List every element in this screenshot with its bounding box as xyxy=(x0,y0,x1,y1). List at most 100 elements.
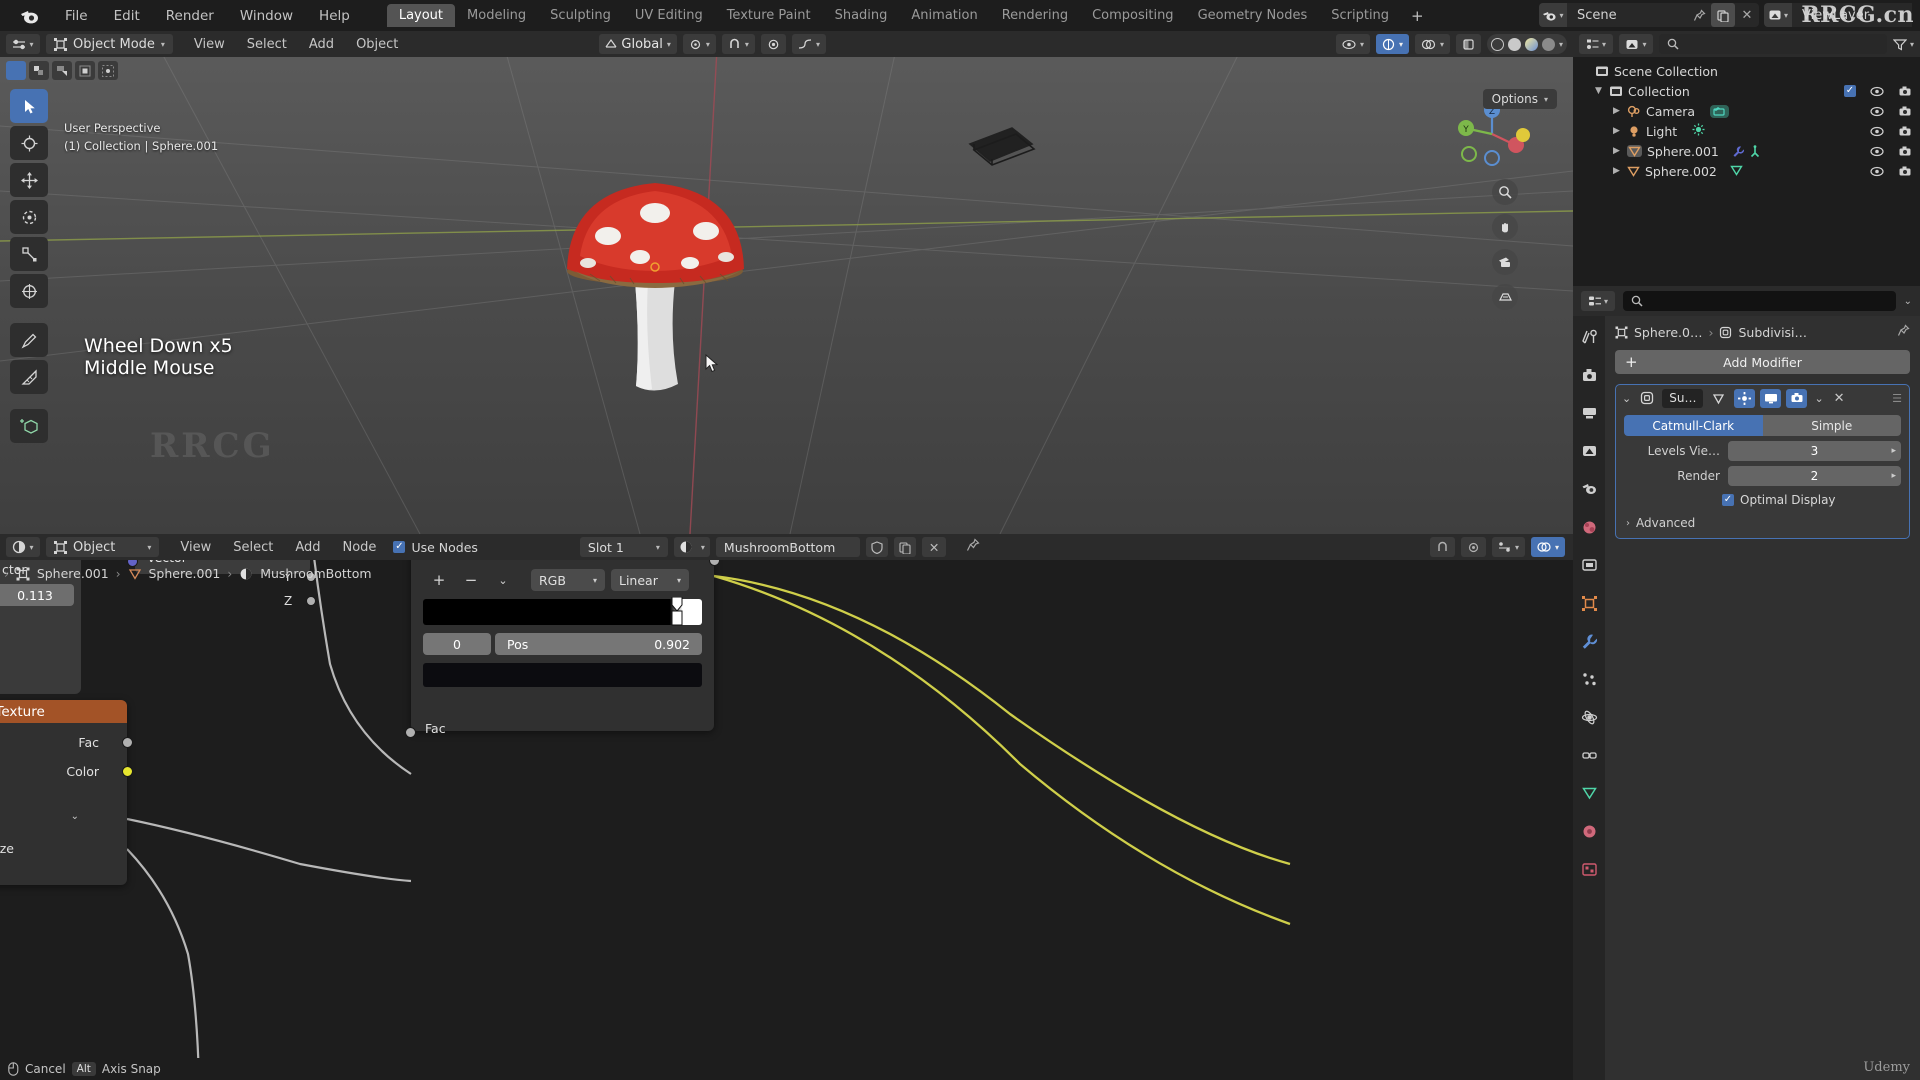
pivot-point-selector[interactable]: ▾ xyxy=(682,34,716,54)
add-cube-tool-icon[interactable] xyxy=(10,409,48,443)
new-scene-icon[interactable] xyxy=(1711,3,1735,27)
tab-sculpting[interactable]: Sculpting xyxy=(538,4,623,27)
tab-add-workspace[interactable]: + xyxy=(1401,3,1434,29)
node-color-ramp[interactable]: ⌄ Color Ramp Color Alpha + − ⌄ RGB ▾ xyxy=(405,534,720,738)
levels-viewport-value[interactable]: 3 ▸ xyxy=(1728,441,1901,461)
outliner-row-collection[interactable]: ▼ Collection xyxy=(1573,81,1920,101)
tab-uv-editing[interactable]: UV Editing xyxy=(623,4,715,27)
breadcrumb-object[interactable]: Sphere.001 xyxy=(37,566,109,581)
pan-hand-icon[interactable] xyxy=(1492,214,1518,240)
optimal-display-checkbox[interactable] xyxy=(1722,494,1734,506)
shader-type-selector[interactable]: Object ▾ xyxy=(46,537,160,557)
node-proportional-icon[interactable] xyxy=(1460,537,1486,557)
tab-tool[interactable] xyxy=(1578,326,1600,348)
magnet-icon[interactable]: ▾ xyxy=(721,34,755,54)
node-menu-add[interactable]: Add xyxy=(284,538,331,557)
cursor-tool-icon[interactable] xyxy=(10,126,48,160)
light-data-icon[interactable] xyxy=(1692,123,1705,139)
camera-render-icon[interactable] xyxy=(1898,125,1912,137)
properties-editor[interactable]: ▾ ⌄ Sphere.0… › Subdivisi… + Add Modifie… xyxy=(1573,286,1920,1080)
xray-icon[interactable] xyxy=(1455,34,1481,54)
tab-scripting[interactable]: Scripting xyxy=(1319,4,1401,27)
viewport-menu-object[interactable]: Object xyxy=(345,35,409,54)
socket-noise-fac[interactable] xyxy=(122,737,133,748)
tab-rendering[interactable]: Rendering xyxy=(990,4,1080,27)
pin-icon[interactable] xyxy=(966,538,980,556)
shading-mode-selector[interactable]: ▾ xyxy=(1486,34,1567,54)
properties-search-input[interactable] xyxy=(1623,291,1896,311)
socket-noise-color[interactable] xyxy=(122,766,133,777)
tab-particles[interactable] xyxy=(1578,668,1600,690)
select-box-icon[interactable] xyxy=(6,61,26,80)
render-levels-value[interactable]: 2 ▸ xyxy=(1728,466,1901,486)
eye-icon[interactable] xyxy=(1870,86,1884,97)
blender-logo-icon[interactable] xyxy=(16,5,42,27)
advanced-section-toggle[interactable]: › Advanced xyxy=(1626,516,1901,530)
camera-render-icon[interactable] xyxy=(1898,85,1912,97)
move-tool-icon[interactable] xyxy=(10,163,48,197)
pin-icon[interactable] xyxy=(1897,324,1910,340)
outliner-row-sphere-002[interactable]: ▶ Sphere.002 xyxy=(1573,161,1920,181)
menu-help[interactable]: Help xyxy=(306,5,363,27)
outliner-row-light[interactable]: ▶ Light xyxy=(1573,121,1920,141)
properties-options-chevron-icon[interactable]: ⌄ xyxy=(1904,296,1912,307)
material-name-field[interactable]: MushroomBottom xyxy=(715,537,860,557)
falloff-curve-icon[interactable]: ▾ xyxy=(791,34,826,54)
eye-icon[interactable] xyxy=(1870,106,1884,117)
select-tweak-icon[interactable] xyxy=(75,61,95,80)
stepper-arrow-icon[interactable]: ▸ xyxy=(1891,471,1896,481)
select-extend-icon[interactable] xyxy=(98,61,118,80)
subdivision-type-catmull-clark[interactable]: Catmull-Clark xyxy=(1624,415,1763,436)
color-ramp-gradient-bar[interactable] xyxy=(423,597,702,626)
stepper-arrow-icon[interactable]: ▸ xyxy=(1891,446,1896,456)
edit-mode-icon[interactable] xyxy=(1708,389,1729,408)
tab-physics[interactable] xyxy=(1578,706,1600,728)
use-nodes-toggle[interactable]: Use Nodes xyxy=(393,540,478,555)
properties-editor-icon[interactable]: ▾ xyxy=(1581,291,1615,311)
collection-enable-checkbox[interactable] xyxy=(1844,85,1856,97)
shader-node-editor[interactable]: ▾ Object ▾ View Select Add Node Use Node… xyxy=(0,534,1573,1080)
node-menu-select[interactable]: Select xyxy=(222,538,284,557)
transform-orientation-selector[interactable]: Global ▾ xyxy=(599,34,677,54)
drag-handle-icon[interactable]: ☰ xyxy=(1892,392,1903,405)
add-modifier-button[interactable]: + Add Modifier xyxy=(1615,350,1910,374)
disclosure-5[interactable]: ▶ xyxy=(1611,166,1622,176)
node-menu-node[interactable]: Node xyxy=(332,538,388,557)
menu-file[interactable]: File xyxy=(52,5,101,27)
snap-icon[interactable]: ▾ xyxy=(1491,537,1525,557)
overlays-icon[interactable]: ▾ xyxy=(1414,34,1450,54)
tab-collection[interactable] xyxy=(1578,554,1600,576)
outliner[interactable]: ▾ ▾ ▾ Scene Collection ▼ Collection ✓ ▶ … xyxy=(1573,31,1920,286)
disclosure-4[interactable]: ▶ xyxy=(1611,146,1622,156)
tab-world[interactable] xyxy=(1578,516,1600,538)
socket-z[interactable] xyxy=(306,596,316,606)
outliner-row-sphere-001[interactable]: ▶ Sphere.001 xyxy=(1573,141,1920,161)
cage-icon[interactable] xyxy=(1786,388,1808,408)
menu-edit[interactable]: Edit xyxy=(101,5,153,27)
modifier-wrench-icon[interactable] xyxy=(1732,145,1745,158)
editor-type-icon[interactable]: ▾ xyxy=(6,34,40,54)
wireframe-shading-icon[interactable] xyxy=(1490,37,1504,51)
camera-render-icon[interactable] xyxy=(1898,105,1912,117)
material-preview-icon[interactable] xyxy=(1524,37,1538,51)
eye-icon[interactable] xyxy=(1870,166,1884,177)
outliner-row-scene-collection[interactable]: Scene Collection xyxy=(1573,61,1920,81)
modifier-panel-subdivision[interactable]: ⌄ Su… ⌄ ✕ ☰ Catmull-Clark Simple Levels … xyxy=(1615,384,1910,539)
menu-render[interactable]: Render xyxy=(153,5,227,27)
viewport-menu-add[interactable]: Add xyxy=(298,35,345,54)
disclosure-1[interactable]: ▼ xyxy=(1593,86,1604,96)
interaction-mode-selector[interactable]: Object Mode ▾ xyxy=(46,34,173,54)
shader-editor-icon[interactable]: ▾ xyxy=(6,537,40,557)
tweak-select-tool-icon[interactable] xyxy=(10,89,48,123)
search-input[interactable] xyxy=(1659,34,1887,54)
gizmo-icon[interactable]: ▾ xyxy=(1375,34,1409,54)
breadcrumb-mesh[interactable]: Sphere.001 xyxy=(149,566,221,581)
camera-render-icon[interactable] xyxy=(1898,145,1912,157)
render-icon[interactable] xyxy=(1760,388,1782,408)
node-menu-view[interactable]: View xyxy=(169,538,222,557)
filter-icon[interactable]: ▾ xyxy=(1892,38,1914,51)
tab-layout[interactable]: Layout xyxy=(386,4,456,27)
mesh-data-icon[interactable] xyxy=(1730,164,1743,179)
properties-breadcrumb-modifier[interactable]: Subdivisi… xyxy=(1738,325,1807,340)
tab-geometry-nodes[interactable]: Geometry Nodes xyxy=(1186,4,1320,27)
